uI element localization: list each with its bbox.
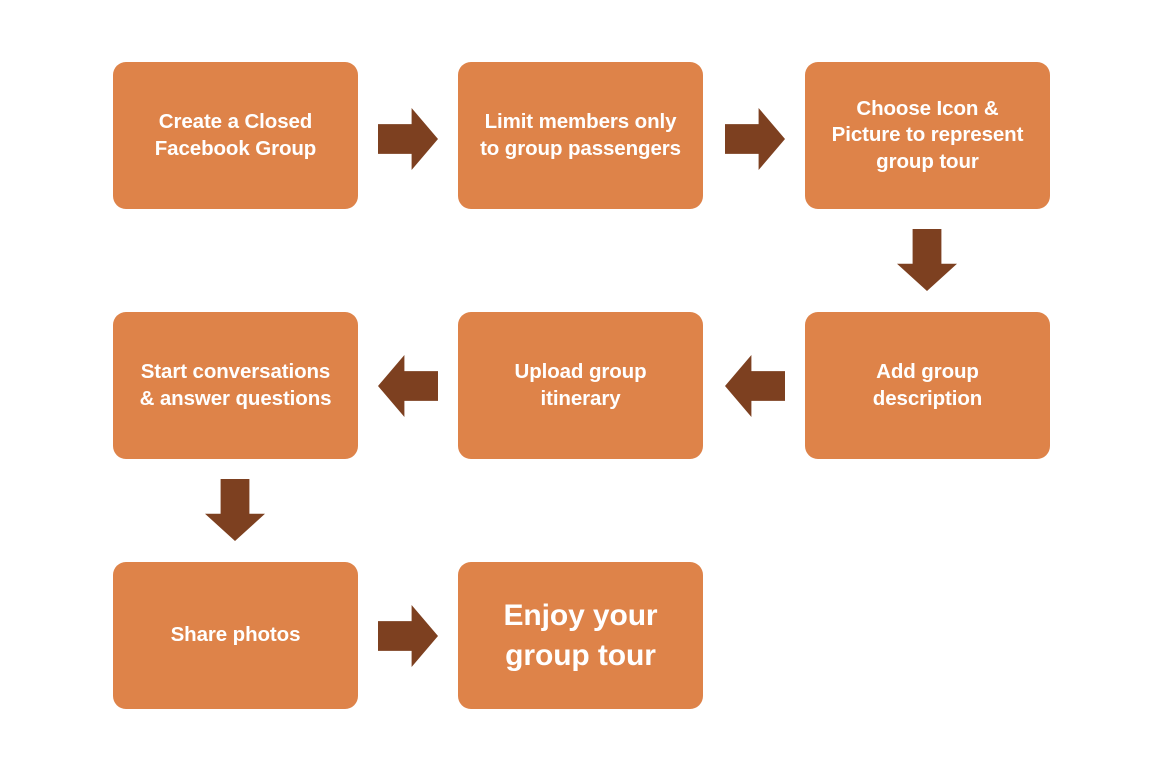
node-limit-members[interactable]: Limit members only to group passengers [458, 62, 703, 209]
node-enjoy-tour[interactable]: Enjoy your group tour [458, 562, 703, 709]
node-label-upload-itinerary: Upload group itinerary [514, 359, 647, 410]
node-label-choose-icon: Choose Icon & Picture to represent group… [831, 96, 1024, 173]
node-label-limit-members: Limit members only to group passengers [480, 109, 681, 160]
node-add-description[interactable]: Add group description [805, 312, 1050, 459]
arrow-down-choose-icon-to-add-description [897, 229, 957, 291]
arrow-left-upload-itinerary-to-start-conversations [378, 355, 438, 417]
arrow-right-create-group-to-limit-members [378, 108, 438, 170]
flowchart-canvas: Create a Closed Facebook Group Limit memb… [0, 0, 1172, 776]
node-label-add-description: Add group description [872, 359, 983, 410]
node-choose-icon[interactable]: Choose Icon & Picture to represent group… [805, 62, 1050, 209]
node-label-share-photos: Share photos [170, 623, 301, 647]
node-upload-itinerary[interactable]: Upload group itinerary [458, 312, 703, 459]
node-label-create-group: Create a Closed Facebook Group [154, 109, 317, 160]
node-start-conversations[interactable]: Start conversations & answer questions [113, 312, 358, 459]
arrow-right-limit-members-to-choose-icon [725, 108, 785, 170]
arrow-down-start-conversations-to-share-photos [205, 479, 265, 541]
node-share-photos[interactable]: Share photos [113, 562, 358, 709]
arrow-right-share-photos-to-enjoy-tour [378, 605, 438, 667]
node-label-start-conversations: Start conversations & answer questions [139, 359, 332, 410]
node-create-group[interactable]: Create a Closed Facebook Group [113, 62, 358, 209]
arrow-left-add-description-to-upload-itinerary [725, 355, 785, 417]
node-label-enjoy-tour: Enjoy your group tour [503, 598, 658, 672]
